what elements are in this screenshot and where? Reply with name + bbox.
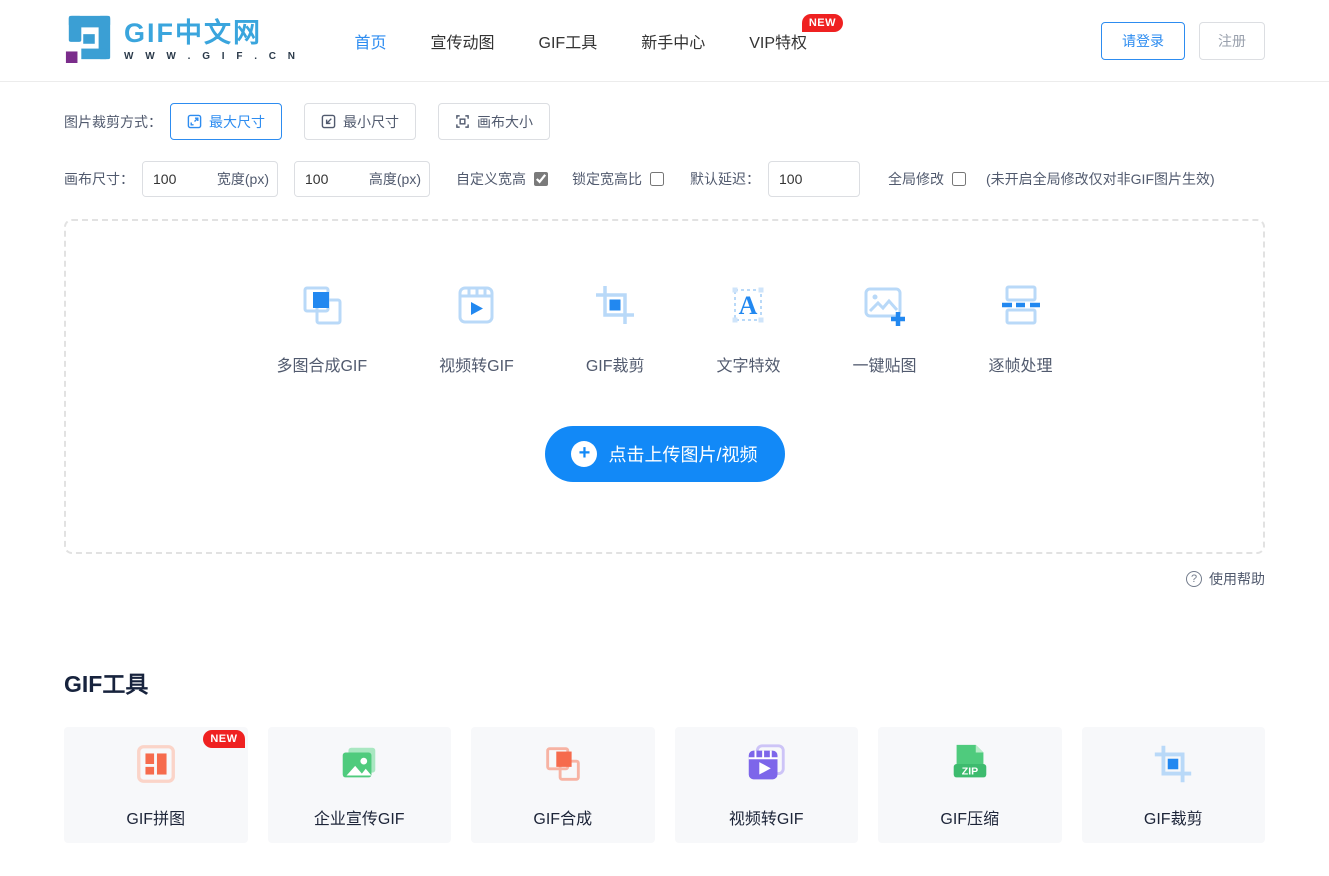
crop-mode-row: 图片裁剪方式： 最大尺寸 最小尺寸 画布大小 (64, 103, 1265, 140)
width-unit-label: 宽度(px) (216, 171, 269, 187)
nav-promo-gif[interactable]: 宣传动图 (431, 29, 495, 53)
height-input-box: 高度(px) (294, 161, 430, 197)
new-badge: NEW (203, 730, 245, 748)
gif-logo-icon (64, 13, 114, 68)
lock-ratio-group: 锁定宽高比 (572, 169, 664, 189)
feature-sticker[interactable]: 一键贴图 (853, 281, 917, 376)
feature-list: 多图合成GIF 视频转GIF GIF裁剪 A 文字特效 一键贴图 逐帧处理 (66, 281, 1263, 376)
shrink-icon (321, 114, 336, 129)
crop-blue-icon (1150, 741, 1196, 792)
card-gif-merge[interactable]: GIF合成 (471, 727, 655, 843)
help-label: 使用帮助 (1209, 571, 1265, 587)
feature-text-effect[interactable]: A 文字特效 (716, 281, 781, 376)
plus-icon: + (571, 441, 598, 467)
svg-text:ZIP: ZIP (962, 766, 978, 778)
image-plus-icon (861, 281, 909, 334)
crop-mode-label: 图片裁剪方式： (64, 113, 162, 130)
width-input[interactable] (143, 162, 205, 196)
feature-multi-image-gif[interactable]: 多图合成GIF (276, 281, 367, 376)
merge-icon (540, 741, 586, 792)
expand-icon (187, 114, 202, 129)
site-logo[interactable]: GIF中文网 W W W . G I F . C N (64, 13, 300, 68)
width-input-box: 宽度(px) (142, 161, 278, 197)
text-effect-icon: A (724, 281, 772, 334)
delay-label: 默认延迟： (690, 171, 760, 187)
canvas-size-label: 画布尺寸： (64, 171, 134, 187)
frames-icon (997, 281, 1045, 334)
min-size-button[interactable]: 最小尺寸 (304, 103, 416, 140)
logo-title: GIF中文网 (124, 17, 262, 48)
logo-subtitle: W W W . G I F . C N (124, 50, 300, 62)
global-edit-label: 全局修改 (888, 171, 944, 187)
nav-gif-tools[interactable]: GIF工具 (539, 29, 598, 53)
nav-beginner-center[interactable]: 新手中心 (641, 29, 705, 53)
lock-ratio-label: 锁定宽高比 (572, 171, 642, 187)
photo-stack-icon (336, 741, 382, 792)
layers-icon (298, 281, 346, 334)
height-input[interactable] (295, 162, 357, 196)
max-size-button[interactable]: 最大尺寸 (170, 103, 282, 140)
feature-gif-crop[interactable]: GIF裁剪 (586, 281, 644, 376)
register-button[interactable]: 注册 (1199, 21, 1265, 60)
feature-frame-by-frame[interactable]: 逐帧处理 (989, 281, 1053, 376)
nav-home[interactable]: 首页 (355, 29, 387, 53)
film-play-icon (452, 281, 500, 334)
question-icon: ? (1186, 571, 1202, 587)
card-corporate-gif[interactable]: 企业宣传GIF (267, 727, 451, 843)
global-edit-checkbox[interactable] (952, 172, 966, 186)
height-unit-label: 高度(px) (368, 171, 421, 187)
card-video-to-gif[interactable]: 视频转GIF (674, 727, 858, 843)
collage-icon (133, 741, 179, 792)
global-edit-group: 全局修改 (888, 169, 966, 189)
tools-section-title: GIF工具 (64, 671, 149, 697)
custom-wh-label: 自定义宽高 (456, 171, 526, 187)
header: GIF中文网 W W W . G I F . C N 首页 宣传动图 GIF工具… (0, 0, 1329, 82)
crop-icon (591, 281, 639, 334)
nav-vip[interactable]: VIP特权 NEW (749, 13, 844, 53)
main-nav: 首页 宣传动图 GIF工具 新手中心 VIP特权 NEW (355, 13, 844, 53)
feature-video-to-gif[interactable]: 视频转GIF (439, 281, 514, 376)
tool-cards: NEW GIF拼图 企业宣传GIF GIF合成 视频转GIF ZIP GIF压缩… (64, 727, 1265, 843)
card-gif-compress[interactable]: ZIP GIF压缩 (878, 727, 1062, 843)
help-link[interactable]: ? 使用帮助 (64, 569, 1265, 589)
global-edit-note: (未开启全局修改仅对非GIF图片生效) (986, 171, 1215, 187)
canvas-icon (455, 114, 470, 129)
upload-button[interactable]: + 点击上传图片/视频 (544, 426, 785, 482)
canvas-size-button[interactable]: 画布大小 (438, 103, 550, 140)
zip-icon: ZIP (947, 741, 993, 792)
custom-wh-checkbox[interactable] (534, 172, 548, 186)
login-button[interactable]: 请登录 (1101, 21, 1185, 60)
custom-wh-group: 自定义宽高 (456, 169, 548, 189)
lock-ratio-checkbox[interactable] (650, 172, 664, 186)
upload-dropzone[interactable]: 多图合成GIF 视频转GIF GIF裁剪 A 文字特效 一键贴图 逐帧处理 + … (64, 219, 1265, 554)
video-icon (743, 741, 789, 792)
delay-input[interactable] (768, 161, 860, 197)
card-gif-crop[interactable]: GIF裁剪 (1081, 727, 1265, 843)
new-badge: NEW (801, 13, 844, 32)
card-gif-collage[interactable]: NEW GIF拼图 (64, 727, 248, 843)
canvas-settings-row: 画布尺寸： 宽度(px) 高度(px) 自定义宽高 锁定宽高比 默认延迟： 全局… (64, 161, 1265, 197)
svg-text:A: A (739, 291, 758, 320)
